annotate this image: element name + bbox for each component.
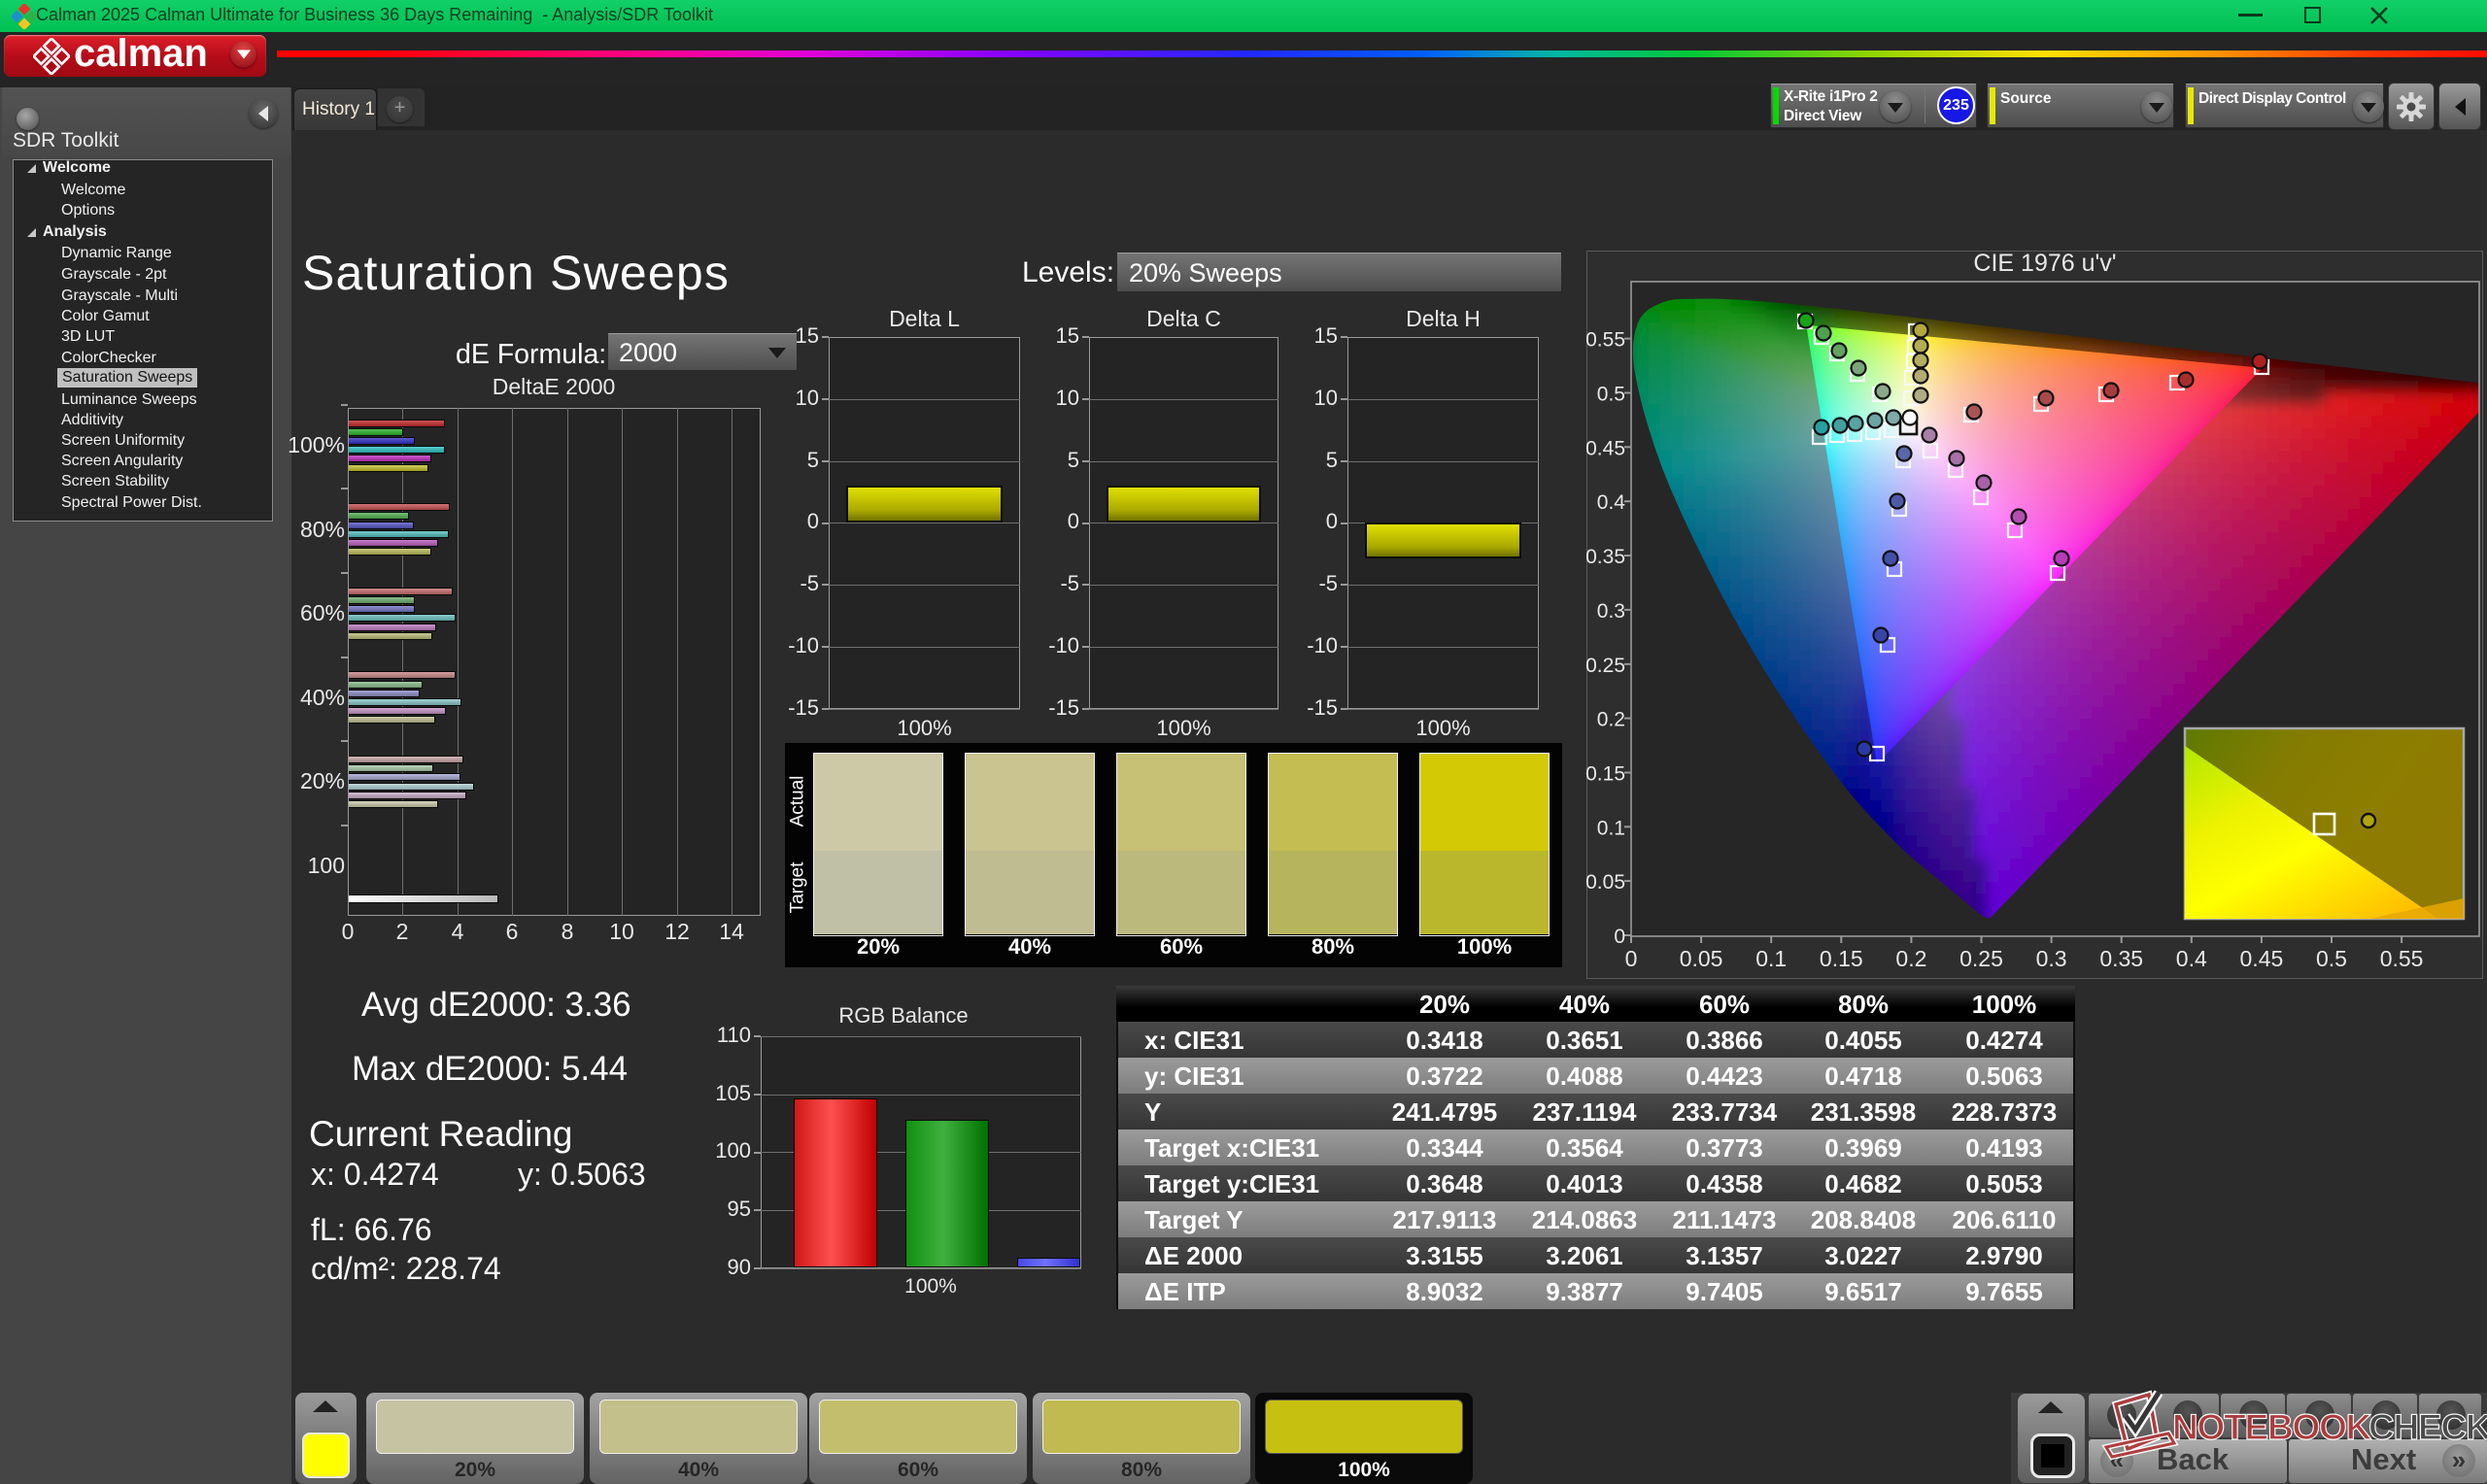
- svg-text:0.1: 0.1: [1597, 817, 1625, 839]
- svg-text:0.4: 0.4: [1597, 491, 1626, 514]
- svg-text:0.45: 0.45: [1585, 437, 1625, 459]
- svg-text:0.55: 0.55: [2380, 946, 2424, 971]
- svg-text:NOTEBOOK: NOTEBOOK: [2172, 1407, 2372, 1447]
- svg-text:0.1: 0.1: [1755, 946, 1787, 971]
- svg-text:0.25: 0.25: [1959, 946, 2003, 971]
- svg-text:0.15: 0.15: [1585, 763, 1625, 786]
- svg-text:0.55: 0.55: [1585, 329, 1625, 352]
- svg-text:0.2: 0.2: [1597, 709, 1625, 731]
- svg-text:0.15: 0.15: [1820, 946, 1863, 971]
- svg-text:0.35: 0.35: [2099, 946, 2143, 971]
- svg-text:0.3: 0.3: [1597, 600, 1625, 623]
- svg-text:CHECK: CHECK: [2368, 1407, 2487, 1447]
- svg-text:0.2: 0.2: [1895, 946, 1926, 971]
- svg-text:0.5: 0.5: [2316, 946, 2347, 971]
- svg-text:0.5: 0.5: [1597, 384, 1625, 406]
- svg-text:0.05: 0.05: [1585, 871, 1625, 894]
- svg-text:0.05: 0.05: [1680, 946, 1723, 971]
- svg-text:0.3: 0.3: [2036, 946, 2067, 971]
- svg-text:0.25: 0.25: [1585, 655, 1625, 677]
- svg-text:CIE 1976 u'v': CIE 1976 u'v': [1973, 251, 2116, 277]
- svg-text:0: 0: [1625, 946, 1638, 971]
- svg-text:0.45: 0.45: [2240, 946, 2284, 971]
- svg-text:0.35: 0.35: [1585, 546, 1625, 568]
- svg-text:0.4: 0.4: [2176, 946, 2207, 971]
- svg-text:0: 0: [1614, 926, 1625, 948]
